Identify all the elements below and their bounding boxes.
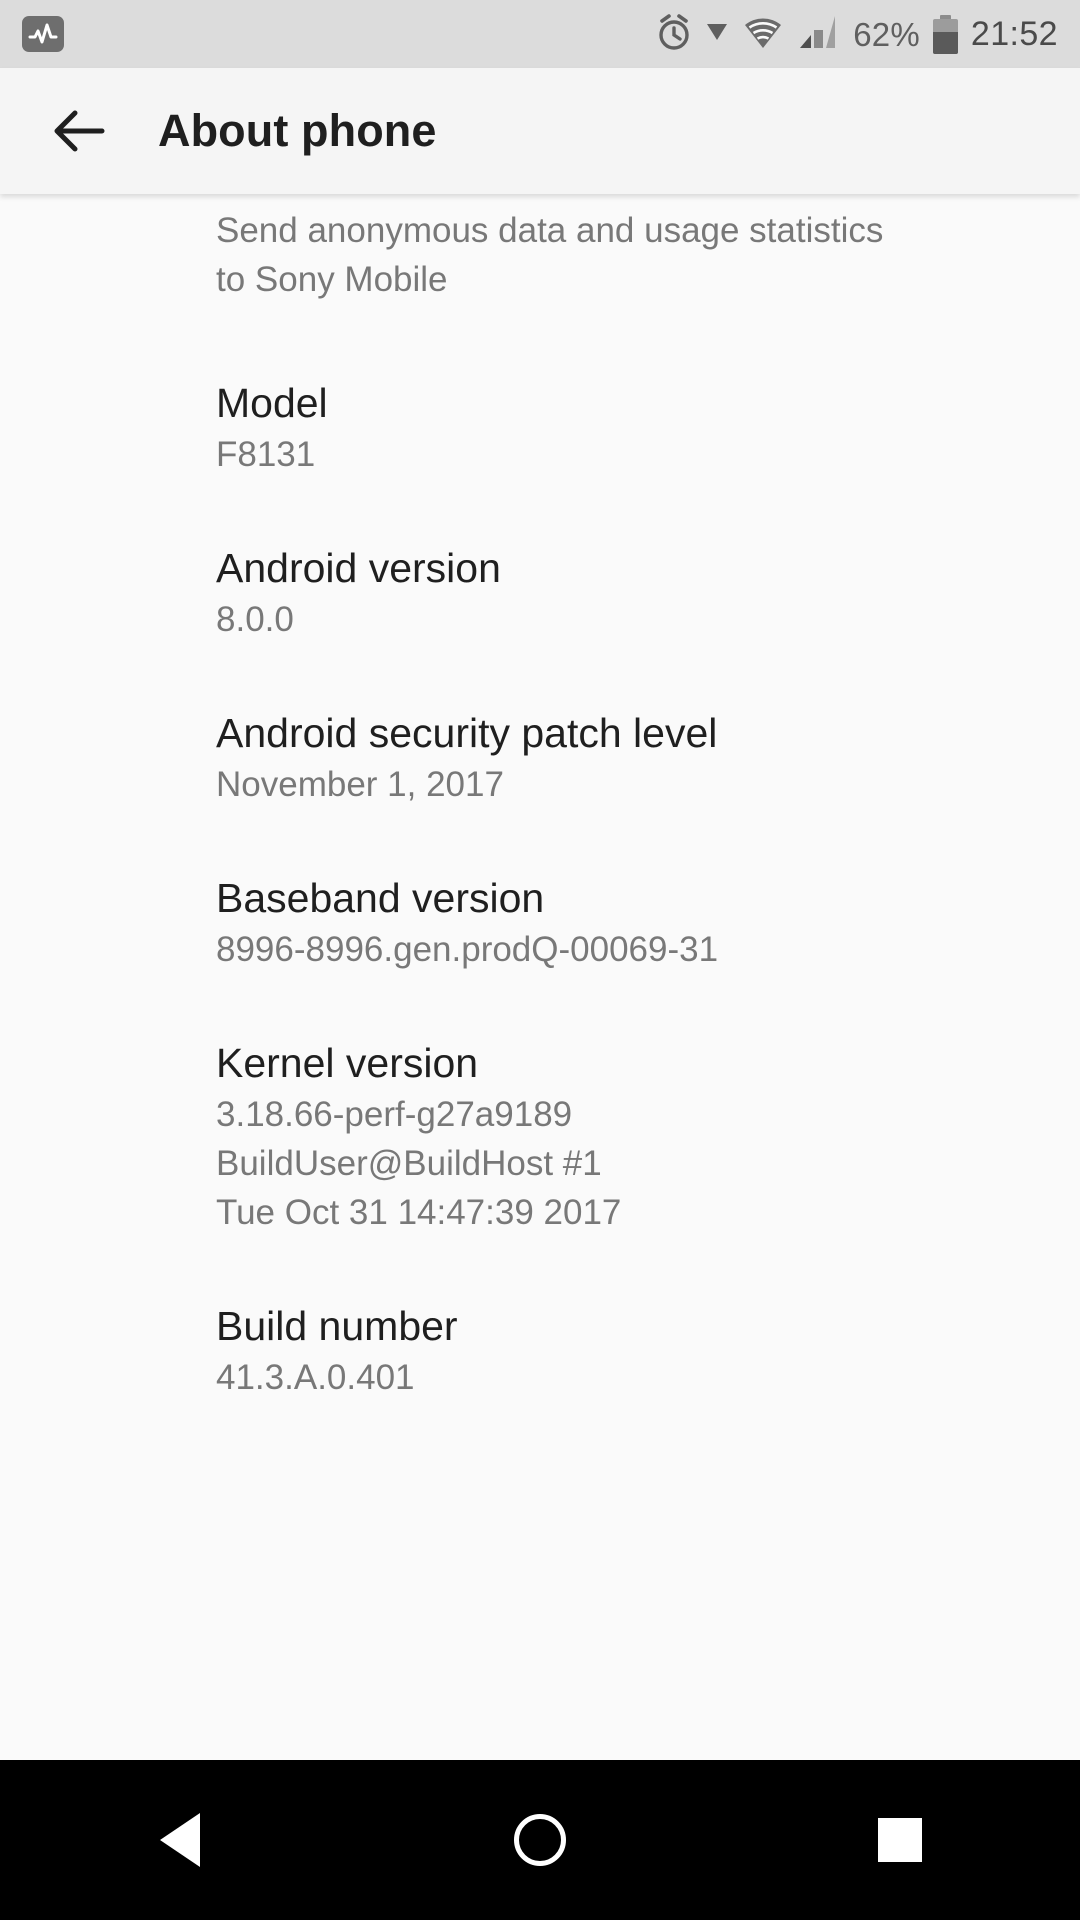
list-item-value-line-2: BuildUser@BuildHost #1 [216, 1144, 602, 1183]
list-item-title: Model [216, 380, 328, 426]
back-button[interactable] [42, 94, 116, 168]
recents-square-icon [878, 1818, 922, 1862]
download-triangle-icon [706, 22, 728, 47]
wifi-icon [741, 14, 785, 55]
battery-icon [932, 14, 958, 54]
home-circle-icon [514, 1814, 566, 1866]
list-item-value: 41.3.A.0.401 [216, 1358, 415, 1397]
list-item-security-patch-level[interactable]: Android security patch level November 1,… [0, 706, 1080, 809]
clipped-item-subtitle-line-2: to Sony Mobile [216, 260, 448, 299]
list-item-clipped[interactable]: Send anonymous data and usage statistics… [0, 194, 1080, 304]
list-item-title: Build number [216, 1303, 458, 1349]
phone-screen: 62% 21:52 About phone Send anonymous dat… [0, 0, 1080, 1920]
list-item-value: November 1, 2017 [216, 765, 504, 804]
list-item-value-line-1: 3.18.66-perf-g27a9189 [216, 1095, 573, 1134]
list-item-model[interactable]: Model F8131 [0, 376, 1080, 479]
status-bar-clock: 21:52 [970, 15, 1058, 53]
list-item-title: Android security patch level [216, 710, 718, 756]
alarm-clock-icon [655, 12, 693, 57]
list-item-kernel-version[interactable]: Kernel version 3.18.66-perf-g27a9189 Bui… [0, 1036, 1080, 1237]
navigation-bar [0, 1760, 1080, 1920]
nav-back-button[interactable] [100, 1760, 260, 1920]
list-item-title: Baseband version [216, 875, 545, 921]
page-title: About phone [158, 105, 437, 156]
list-item-build-number[interactable]: Build number 41.3.A.0.401 [0, 1299, 1080, 1402]
battery-percent-label: 62% [853, 15, 920, 53]
clipped-item-title [216, 194, 1080, 206]
list-item-baseband-version[interactable]: Baseband version 8996-8996.gen.prodQ-000… [0, 871, 1080, 974]
status-bar: 62% 21:52 [0, 0, 1080, 68]
status-bar-notifications [22, 16, 64, 52]
list-item-value: F8131 [216, 435, 316, 474]
back-triangle-icon [160, 1813, 200, 1867]
about-phone-list[interactable]: Send anonymous data and usage statistics… [0, 194, 1080, 1760]
nav-home-button[interactable] [460, 1760, 620, 1920]
list-item-value-line-3: Tue Oct 31 14:47:39 2017 [216, 1193, 622, 1232]
cellular-signal-icon [798, 14, 840, 55]
activity-graph-icon [22, 16, 64, 52]
list-item-value: 8996-8996.gen.prodQ-00069-31 [216, 930, 719, 969]
nav-recents-button[interactable] [820, 1760, 980, 1920]
status-bar-system-icons: 62% 21:52 [655, 12, 1058, 57]
list-item-value: 8.0.0 [216, 600, 294, 639]
clipped-item-subtitle-line-1: Send anonymous data and usage statistics [216, 211, 884, 250]
list-item-title: Kernel version [216, 1040, 479, 1086]
list-item-title: Android version [216, 545, 501, 591]
list-item-android-version[interactable]: Android version 8.0.0 [0, 541, 1080, 644]
app-bar: About phone [0, 68, 1080, 194]
